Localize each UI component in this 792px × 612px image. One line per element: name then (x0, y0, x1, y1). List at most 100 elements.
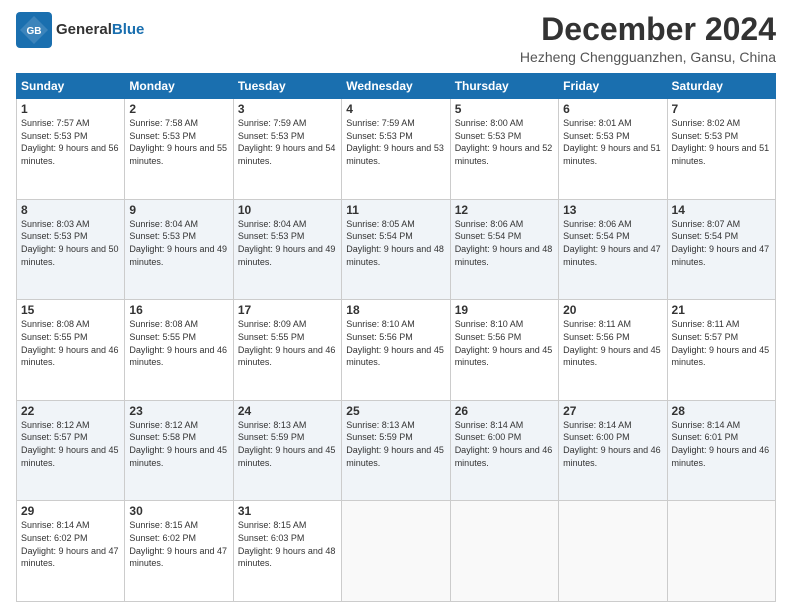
day-info: Sunrise: 8:05 AMSunset: 5:54 PMDaylight:… (346, 218, 445, 268)
day-of-week-header: Tuesday (233, 74, 341, 99)
day-info: Sunrise: 8:13 AMSunset: 5:59 PMDaylight:… (238, 419, 337, 469)
calendar-day-cell (450, 501, 558, 602)
calendar-day-cell: 2Sunrise: 7:58 AMSunset: 5:53 PMDaylight… (125, 99, 233, 200)
day-info: Sunrise: 7:59 AMSunset: 5:53 PMDaylight:… (346, 117, 445, 167)
day-of-week-header: Saturday (667, 74, 775, 99)
calendar-week-row: 15Sunrise: 8:08 AMSunset: 5:55 PMDayligh… (17, 300, 776, 401)
day-info: Sunrise: 8:03 AMSunset: 5:53 PMDaylight:… (21, 218, 120, 268)
day-number: 24 (238, 404, 337, 418)
calendar-day-cell: 21Sunrise: 8:11 AMSunset: 5:57 PMDayligh… (667, 300, 775, 401)
calendar-day-cell: 1Sunrise: 7:57 AMSunset: 5:53 PMDaylight… (17, 99, 125, 200)
calendar-day-cell: 26Sunrise: 8:14 AMSunset: 6:00 PMDayligh… (450, 400, 558, 501)
day-of-week-header: Monday (125, 74, 233, 99)
day-info: Sunrise: 8:13 AMSunset: 5:59 PMDaylight:… (346, 419, 445, 469)
day-info: Sunrise: 8:12 AMSunset: 5:58 PMDaylight:… (129, 419, 228, 469)
day-info: Sunrise: 8:14 AMSunset: 6:00 PMDaylight:… (455, 419, 554, 469)
svg-text:GB: GB (27, 26, 42, 37)
calendar-day-cell: 24Sunrise: 8:13 AMSunset: 5:59 PMDayligh… (233, 400, 341, 501)
day-number: 15 (21, 303, 120, 317)
day-number: 9 (129, 203, 228, 217)
day-number: 29 (21, 504, 120, 518)
day-info: Sunrise: 8:06 AMSunset: 5:54 PMDaylight:… (455, 218, 554, 268)
calendar-day-cell: 11Sunrise: 8:05 AMSunset: 5:54 PMDayligh… (342, 199, 450, 300)
day-number: 31 (238, 504, 337, 518)
calendar-day-cell: 28Sunrise: 8:14 AMSunset: 6:01 PMDayligh… (667, 400, 775, 501)
day-info: Sunrise: 7:58 AMSunset: 5:53 PMDaylight:… (129, 117, 228, 167)
calendar-day-cell: 5Sunrise: 8:00 AMSunset: 5:53 PMDaylight… (450, 99, 558, 200)
day-number: 8 (21, 203, 120, 217)
day-number: 2 (129, 102, 228, 116)
calendar-week-row: 29Sunrise: 8:14 AMSunset: 6:02 PMDayligh… (17, 501, 776, 602)
day-info: Sunrise: 8:07 AMSunset: 5:54 PMDaylight:… (672, 218, 771, 268)
day-number: 18 (346, 303, 445, 317)
calendar-week-row: 8Sunrise: 8:03 AMSunset: 5:53 PMDaylight… (17, 199, 776, 300)
day-info: Sunrise: 7:57 AMSunset: 5:53 PMDaylight:… (21, 117, 120, 167)
day-of-week-header: Thursday (450, 74, 558, 99)
calendar-day-cell: 16Sunrise: 8:08 AMSunset: 5:55 PMDayligh… (125, 300, 233, 401)
day-info: Sunrise: 8:06 AMSunset: 5:54 PMDaylight:… (563, 218, 662, 268)
calendar-day-cell: 15Sunrise: 8:08 AMSunset: 5:55 PMDayligh… (17, 300, 125, 401)
day-info: Sunrise: 8:15 AMSunset: 6:03 PMDaylight:… (238, 519, 337, 569)
day-number: 10 (238, 203, 337, 217)
day-info: Sunrise: 8:08 AMSunset: 5:55 PMDaylight:… (21, 318, 120, 368)
logo-text: GeneralBlue (56, 22, 144, 39)
day-info: Sunrise: 8:01 AMSunset: 5:53 PMDaylight:… (563, 117, 662, 167)
day-number: 30 (129, 504, 228, 518)
day-number: 14 (672, 203, 771, 217)
day-info: Sunrise: 8:14 AMSunset: 6:02 PMDaylight:… (21, 519, 120, 569)
calendar-day-cell (559, 501, 667, 602)
day-number: 23 (129, 404, 228, 418)
day-info: Sunrise: 8:12 AMSunset: 5:57 PMDaylight:… (21, 419, 120, 469)
calendar-day-cell: 25Sunrise: 8:13 AMSunset: 5:59 PMDayligh… (342, 400, 450, 501)
calendar-day-cell: 3Sunrise: 7:59 AMSunset: 5:53 PMDaylight… (233, 99, 341, 200)
calendar-header-row: SundayMondayTuesdayWednesdayThursdayFrid… (17, 74, 776, 99)
calendar-day-cell: 6Sunrise: 8:01 AMSunset: 5:53 PMDaylight… (559, 99, 667, 200)
day-info: Sunrise: 8:14 AMSunset: 6:00 PMDaylight:… (563, 419, 662, 469)
day-number: 27 (563, 404, 662, 418)
day-number: 28 (672, 404, 771, 418)
location: Hezheng Chengguanzhen, Gansu, China (520, 49, 776, 65)
day-info: Sunrise: 8:09 AMSunset: 5:55 PMDaylight:… (238, 318, 337, 368)
page: GB GeneralBlue December 2024 Hezheng Che… (0, 0, 792, 612)
header: GB GeneralBlue December 2024 Hezheng Che… (16, 12, 776, 65)
calendar-table: SundayMondayTuesdayWednesdayThursdayFrid… (16, 73, 776, 602)
logo: GB GeneralBlue (16, 12, 144, 48)
calendar-day-cell: 9Sunrise: 8:04 AMSunset: 5:53 PMDaylight… (125, 199, 233, 300)
day-info: Sunrise: 8:08 AMSunset: 5:55 PMDaylight:… (129, 318, 228, 368)
calendar-day-cell: 8Sunrise: 8:03 AMSunset: 5:53 PMDaylight… (17, 199, 125, 300)
day-number: 3 (238, 102, 337, 116)
day-of-week-header: Wednesday (342, 74, 450, 99)
day-info: Sunrise: 8:14 AMSunset: 6:01 PMDaylight:… (672, 419, 771, 469)
day-number: 13 (563, 203, 662, 217)
day-number: 26 (455, 404, 554, 418)
calendar-day-cell: 14Sunrise: 8:07 AMSunset: 5:54 PMDayligh… (667, 199, 775, 300)
day-info: Sunrise: 8:04 AMSunset: 5:53 PMDaylight:… (129, 218, 228, 268)
day-number: 5 (455, 102, 554, 116)
day-number: 22 (21, 404, 120, 418)
day-info: Sunrise: 8:11 AMSunset: 5:56 PMDaylight:… (563, 318, 662, 368)
logo-blue: Blue (112, 21, 145, 38)
calendar-day-cell: 4Sunrise: 7:59 AMSunset: 5:53 PMDaylight… (342, 99, 450, 200)
calendar-day-cell: 23Sunrise: 8:12 AMSunset: 5:58 PMDayligh… (125, 400, 233, 501)
calendar-day-cell: 19Sunrise: 8:10 AMSunset: 5:56 PMDayligh… (450, 300, 558, 401)
calendar-day-cell: 31Sunrise: 8:15 AMSunset: 6:03 PMDayligh… (233, 501, 341, 602)
day-number: 11 (346, 203, 445, 217)
day-number: 21 (672, 303, 771, 317)
title-block: December 2024 Hezheng Chengguanzhen, Gan… (520, 12, 776, 65)
calendar-day-cell (342, 501, 450, 602)
day-number: 6 (563, 102, 662, 116)
calendar-day-cell: 10Sunrise: 8:04 AMSunset: 5:53 PMDayligh… (233, 199, 341, 300)
day-info: Sunrise: 8:10 AMSunset: 5:56 PMDaylight:… (346, 318, 445, 368)
day-info: Sunrise: 8:11 AMSunset: 5:57 PMDaylight:… (672, 318, 771, 368)
calendar-day-cell: 22Sunrise: 8:12 AMSunset: 5:57 PMDayligh… (17, 400, 125, 501)
calendar-day-cell: 29Sunrise: 8:14 AMSunset: 6:02 PMDayligh… (17, 501, 125, 602)
day-number: 17 (238, 303, 337, 317)
calendar-day-cell: 12Sunrise: 8:06 AMSunset: 5:54 PMDayligh… (450, 199, 558, 300)
day-info: Sunrise: 8:15 AMSunset: 6:02 PMDaylight:… (129, 519, 228, 569)
calendar-day-cell: 17Sunrise: 8:09 AMSunset: 5:55 PMDayligh… (233, 300, 341, 401)
calendar-day-cell: 13Sunrise: 8:06 AMSunset: 5:54 PMDayligh… (559, 199, 667, 300)
day-number: 7 (672, 102, 771, 116)
day-info: Sunrise: 8:10 AMSunset: 5:56 PMDaylight:… (455, 318, 554, 368)
calendar-day-cell: 7Sunrise: 8:02 AMSunset: 5:53 PMDaylight… (667, 99, 775, 200)
calendar-day-cell: 30Sunrise: 8:15 AMSunset: 6:02 PMDayligh… (125, 501, 233, 602)
